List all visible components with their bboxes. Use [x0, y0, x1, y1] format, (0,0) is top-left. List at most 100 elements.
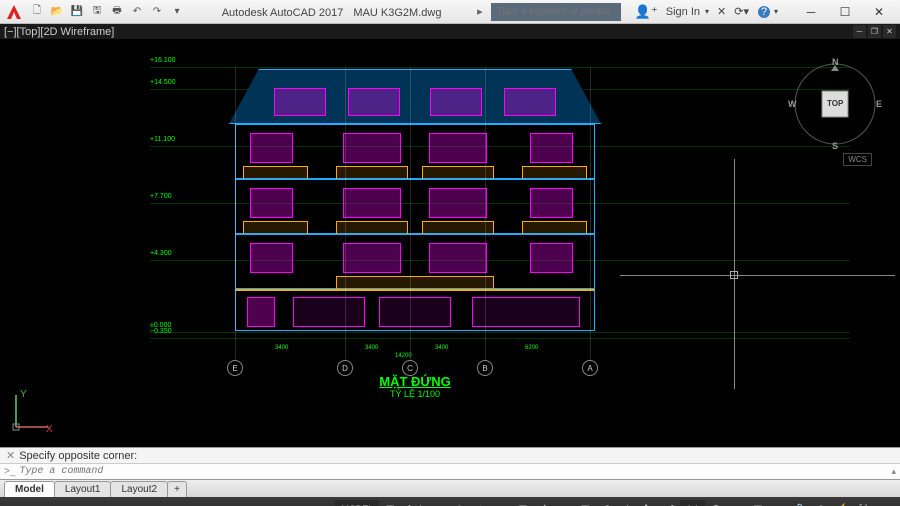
- command-input[interactable]: [19, 466, 891, 477]
- annotation-visibility-icon[interactable]: 🗛: [638, 500, 658, 506]
- print-icon[interactable]: 🖶: [108, 3, 126, 21]
- annotation-monitor-icon[interactable]: +: [727, 500, 747, 506]
- tab-layout2[interactable]: Layout2: [110, 481, 168, 497]
- ucs-icon[interactable]: Y X: [8, 389, 54, 439]
- exchange-icon[interactable]: ✕: [717, 5, 726, 18]
- maximize-button[interactable]: ☐: [828, 1, 862, 23]
- save-icon[interactable]: 💾: [68, 3, 86, 21]
- annotation-scale-icon[interactable]: ⚖: [617, 500, 637, 506]
- dimension: 14200: [395, 353, 412, 359]
- minimize-button[interactable]: ─: [794, 1, 828, 23]
- doc-close-icon[interactable]: ✕: [883, 25, 896, 38]
- balustrade: [336, 221, 408, 235]
- new-icon[interactable]: 🗋: [28, 3, 46, 21]
- window: [250, 188, 293, 218]
- layout-tabs: Model Layout1 Layout2 +: [0, 479, 900, 497]
- gridline: [485, 67, 486, 361]
- command-recent-icon[interactable]: ▴: [891, 466, 896, 477]
- tab-model[interactable]: Model: [4, 481, 55, 497]
- autoscale-icon[interactable]: ⤢: [659, 500, 679, 506]
- storey-ground: [235, 289, 595, 331]
- doc-minimize-icon[interactable]: ─: [853, 25, 866, 38]
- ucs-y-label: Y: [20, 389, 27, 400]
- search-input[interactable]: [491, 3, 621, 21]
- shopfront: [293, 297, 365, 327]
- qat-dropdown-icon[interactable]: ▾: [168, 3, 186, 21]
- grid-bubble: D: [337, 360, 353, 376]
- gridline: [235, 67, 236, 361]
- model-space-button[interactable]: MODEL: [335, 500, 379, 506]
- dimension: 3400: [365, 345, 378, 351]
- titlebar: 🗋 📂 💾 🖫 🖶 ↶ ↷ ▾ Autodesk AutoCAD 2017 MA…: [0, 0, 900, 24]
- search-caret-icon[interactable]: ▸: [477, 5, 483, 18]
- garage-door: [472, 297, 579, 327]
- units-icon[interactable]: ◧: [748, 500, 768, 506]
- cycling-icon[interactable]: ⟲: [596, 500, 616, 506]
- osnap-icon[interactable]: □: [491, 500, 511, 506]
- ortho-icon[interactable]: ∟: [428, 500, 448, 506]
- level-marker: +4.300: [150, 250, 172, 257]
- viewport-label[interactable]: [−][Top][2D Wireframe]: [4, 26, 114, 38]
- workspace-icon[interactable]: ⚙: [706, 500, 726, 506]
- otrack-icon[interactable]: ∠: [533, 500, 553, 506]
- grid-bubble: E: [227, 360, 243, 376]
- status-bar: MODEL ▦ �液 ∟ ⊙ ◈ □ ◫ ∠ ≡ ▨ ⟲ ⚖ 🗛 ⤢ 1:1 ⚙…: [0, 497, 900, 506]
- level-marker: +14.500: [150, 79, 176, 86]
- polar-icon[interactable]: ⊙: [449, 500, 469, 506]
- doc-restore-icon[interactable]: ❐: [868, 25, 881, 38]
- command-prompt-icon: >_: [4, 466, 15, 477]
- window: [429, 188, 486, 218]
- dimension: 6200: [525, 345, 538, 351]
- dimension: 3400: [435, 345, 448, 351]
- hardware-accel-icon[interactable]: ⚡: [832, 500, 852, 506]
- signin-button[interactable]: Sign In▾: [666, 6, 709, 18]
- command-history: ✕ Specify opposite corner:: [0, 448, 900, 463]
- viewcube-north[interactable]: N: [832, 57, 839, 67]
- balustrade: [422, 166, 494, 180]
- isodraft-icon[interactable]: ◈: [470, 500, 490, 506]
- gridline: [590, 67, 591, 361]
- level-marker: −0.350: [150, 328, 172, 335]
- undo-icon[interactable]: ↶: [128, 3, 146, 21]
- app-logo[interactable]: [4, 2, 24, 22]
- level-marker: +7.700: [150, 193, 172, 200]
- viewcube[interactable]: TOP N E S W WCS: [790, 59, 880, 149]
- 3dosnap-icon[interactable]: ◫: [512, 500, 532, 506]
- customize-icon[interactable]: ≡: [874, 500, 894, 506]
- balustrade: [336, 276, 494, 290]
- balustrade: [422, 221, 494, 235]
- autodesk360-icon[interactable]: 👤⁺: [635, 4, 658, 20]
- lineweight-icon[interactable]: ≡: [554, 500, 574, 506]
- wcs-button[interactable]: WCS: [843, 153, 872, 166]
- balustrade: [522, 221, 586, 235]
- saveas-icon[interactable]: 🖫: [88, 3, 106, 21]
- help-button[interactable]: ? ▾: [757, 5, 778, 19]
- transparency-icon[interactable]: ▨: [575, 500, 595, 506]
- scale-button[interactable]: 1:1: [680, 500, 705, 506]
- viewcube-face[interactable]: TOP: [827, 99, 843, 108]
- storey-2: [235, 179, 595, 234]
- viewcube-west[interactable]: W: [788, 99, 797, 109]
- redo-icon[interactable]: ↷: [148, 3, 166, 21]
- command-line: ✕ Specify opposite corner: >_ ▴: [0, 447, 900, 479]
- open-icon[interactable]: 📂: [48, 3, 66, 21]
- title-right: ▸ 👤⁺ Sign In▾ ✕ ⟳▾ ? ▾ ─ ☐ ✕: [477, 1, 896, 23]
- window-title: Autodesk AutoCAD 2017 MAU K3G2M.dwg: [186, 5, 477, 19]
- stayconnected-icon[interactable]: ⟳▾: [734, 5, 749, 18]
- quickproperties-icon[interactable]: ▭: [769, 500, 789, 506]
- drawing-canvas[interactable]: TOP N E S W WCS +16.100 +14.500 +11.100 …: [0, 39, 900, 447]
- dormer-window: [430, 88, 482, 116]
- add-layout-button[interactable]: +: [167, 481, 187, 497]
- balustrade: [243, 221, 307, 235]
- command-input-row: >_ ▴: [0, 463, 900, 479]
- balustrade: [336, 166, 408, 180]
- tab-layout1[interactable]: Layout1: [54, 481, 112, 497]
- isolate-icon[interactable]: ◎: [811, 500, 831, 506]
- lockui-icon[interactable]: 🔒: [790, 500, 810, 506]
- grid-display-icon[interactable]: ▦: [380, 500, 400, 506]
- snap-mode-icon[interactable]: �液: [401, 500, 427, 506]
- cleanscreen-icon[interactable]: ⛶: [853, 500, 873, 506]
- close-button[interactable]: ✕: [862, 1, 896, 23]
- storey-1: [235, 234, 595, 289]
- viewcube-east[interactable]: E: [876, 99, 882, 109]
